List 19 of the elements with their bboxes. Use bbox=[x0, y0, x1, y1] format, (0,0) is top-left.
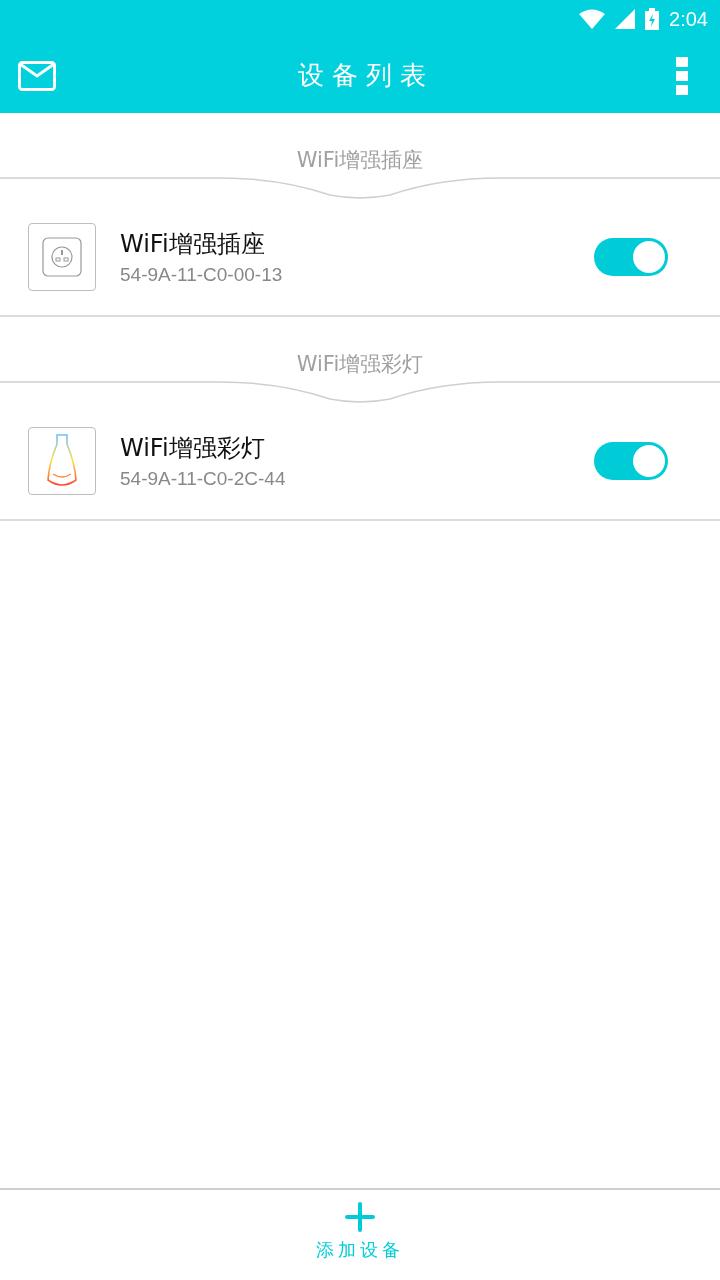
signal-icon bbox=[615, 9, 636, 29]
more-icon[interactable] bbox=[676, 56, 688, 95]
socket-icon bbox=[42, 237, 82, 277]
page-title: 设备列表 bbox=[298, 59, 434, 92]
plus-icon bbox=[345, 1202, 375, 1232]
battery-icon bbox=[645, 8, 660, 30]
power-toggle[interactable] bbox=[594, 442, 668, 480]
device-address: 54-9A-11-C0-00-13 bbox=[120, 264, 284, 286]
group-title: WiFi增强插座 bbox=[295, 147, 425, 174]
device-name: WiFi增强插座 bbox=[120, 229, 266, 260]
wifi-icon bbox=[579, 9, 606, 29]
status-time: 2:04 bbox=[669, 7, 708, 31]
bulb-icon bbox=[45, 434, 79, 488]
add-device-button[interactable]: 添加设备 bbox=[310, 1190, 410, 1280]
mail-icon[interactable] bbox=[18, 60, 56, 91]
power-toggle[interactable] bbox=[594, 238, 668, 276]
device-name: WiFi增强彩灯 bbox=[120, 433, 266, 464]
device-address: 54-9A-11-C0-2C-44 bbox=[120, 468, 287, 490]
group-title: WiFi增强彩灯 bbox=[295, 351, 425, 378]
